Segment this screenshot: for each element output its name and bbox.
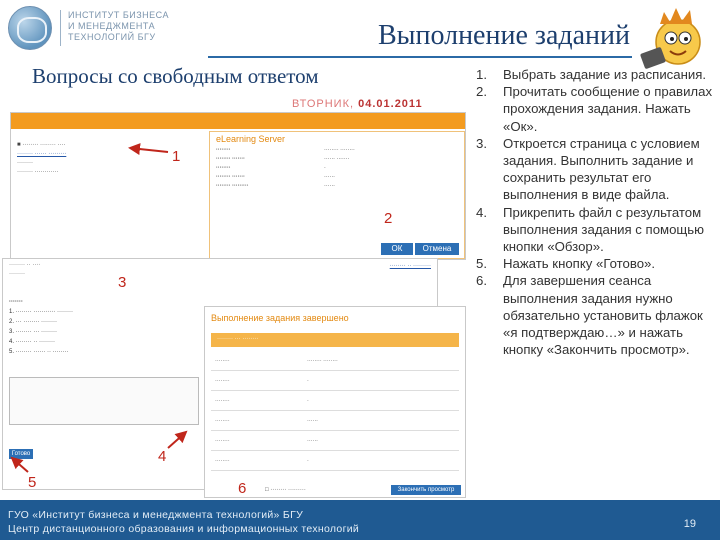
- institute-logo: ИНСТИТУТ БИЗНЕСА И МЕНЕДЖМЕНТА ТЕХНОЛОГИ…: [8, 6, 198, 50]
- logo-text: ИНСТИТУТ БИЗНЕСА И МЕНЕДЖМЕНТА ТЕХНОЛОГИ…: [68, 10, 169, 42]
- footer-text: ГУО «Институт бизнеса и менеджмента техн…: [8, 509, 360, 535]
- result-row: ········ ······: [211, 411, 459, 431]
- panel-row: ········ ·: [216, 165, 326, 171]
- back-link[interactable]: ········ ·· ·········: [390, 263, 431, 269]
- instruction-item: 3. Откроется страница с условием задания.…: [476, 135, 700, 203]
- instruction-item: 1. Выбрать задание из расписания.: [476, 67, 707, 82]
- panel-row: ········ ······· ······: [216, 174, 335, 180]
- result-row: ········ ······: [211, 431, 459, 451]
- step-marker-2: 2: [384, 210, 393, 227]
- panel-title: eLearning Server: [216, 134, 286, 144]
- rules-panel: eLearning Server ········ ········ ······…: [209, 131, 465, 259]
- screenshot-schedule: ■ ········ ········ ···· ········ ······…: [10, 112, 466, 260]
- cancel-button[interactable]: Отмена: [415, 243, 459, 255]
- result-header: Выполнение задания завершено: [211, 313, 349, 323]
- instruction-item: 5. Нажать кнопку «Готово».: [476, 256, 656, 272]
- logo-divider: [60, 10, 61, 46]
- result-bar: ········ ··· ········: [211, 333, 459, 347]
- result-row: ········ ·: [211, 451, 459, 471]
- panel-row: ········ ······· ······ ·······: [216, 156, 350, 162]
- slide-subtitle: Вопросы со свободным ответом: [32, 64, 319, 88]
- step-marker-1: 1: [172, 148, 181, 165]
- globe-icon: [8, 6, 52, 50]
- screenshot-result: Выполнение задания завершено ········ ··…: [204, 306, 466, 498]
- date-banner: ВТОРНИК, 04.01.2011: [292, 98, 423, 110]
- close-view-button[interactable]: Закончить просмотр: [391, 485, 461, 495]
- instruction-item: 4. Прикрепить файл с результатом выполнен…: [476, 204, 705, 255]
- panel-row: ········ ········· ······: [216, 183, 335, 189]
- footer-bar: ГУО «Институт бизнеса и менеджмента техн…: [0, 500, 720, 540]
- task-question: ······· 1. ········ ··········· ········ 2…: [9, 299, 73, 355]
- instruction-item: 6. Для завершения сеанса выполнения задан…: [476, 273, 703, 358]
- instructions-list: 1. Выбрать задание из расписания. 2. Прочи…: [476, 66, 716, 358]
- result-row: ········ ·: [211, 391, 459, 411]
- date-value: 04.01.2011: [358, 98, 423, 110]
- date-weekday: ВТОРНИК,: [292, 98, 355, 110]
- slide-title: Выполнение заданий: [378, 20, 630, 51]
- schedule-line: ········ ············: [17, 169, 59, 175]
- page-number: 19: [683, 518, 696, 530]
- panel-row: ········ ········ ········: [216, 147, 355, 153]
- confirm-checkbox[interactable]: □ ········ ·········: [265, 487, 306, 493]
- result-row: ········ ·: [211, 371, 459, 391]
- task-top-info: ········ ·· ···· ········: [9, 262, 41, 277]
- done-button[interactable]: Готово: [9, 449, 33, 459]
- instruction-item: 2. Прочитать сообщение о правилах прохожд…: [476, 84, 713, 134]
- step-marker-3: 3: [118, 274, 127, 291]
- schedule-header-bar: [11, 113, 465, 129]
- step-marker-6: 6: [238, 480, 247, 497]
- ok-button[interactable]: ОК: [381, 243, 413, 255]
- title-underline: [208, 56, 632, 58]
- step-marker-5: 5: [28, 474, 37, 491]
- result-row: ········ ········ ········: [211, 351, 459, 371]
- answer-textarea[interactable]: [9, 377, 199, 425]
- step-marker-4: 4: [158, 448, 167, 465]
